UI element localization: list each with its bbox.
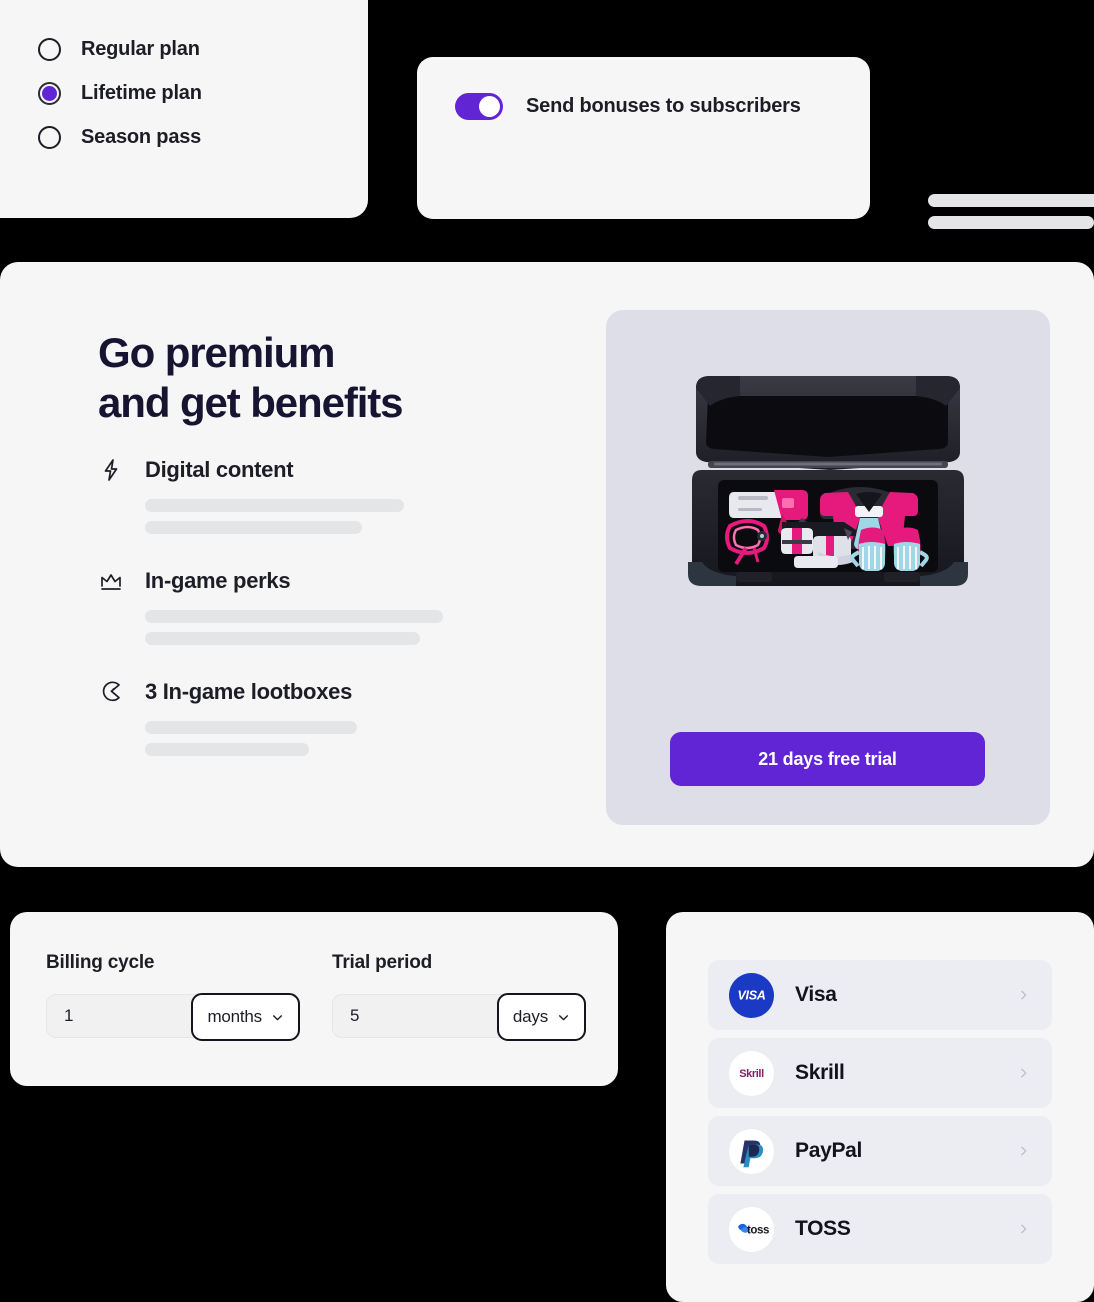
title-line-1: Go premium <box>98 329 335 376</box>
lightning-bolt-icon <box>98 457 124 483</box>
skeleton-line <box>928 194 1094 207</box>
trial-period-field: Trial period days <box>332 952 586 1041</box>
crown-icon <box>98 568 124 594</box>
skeleton-line <box>145 721 357 734</box>
toggle-knob <box>479 96 500 117</box>
benefit-item-digital-content: Digital content <box>98 457 518 534</box>
benefit-item-in-game-perks: In-game perks <box>98 568 518 645</box>
send-bonuses-toggle[interactable] <box>455 93 503 120</box>
send-bonuses-row: Send bonuses to subscribers <box>455 93 801 120</box>
plan-option-label: Regular plan <box>81 38 200 60</box>
radio-icon-selected[interactable] <box>38 82 61 105</box>
payment-method-paypal[interactable]: PayPal <box>708 1116 1052 1186</box>
payment-method-name: Visa <box>795 983 837 1006</box>
paypal-logo-icon <box>729 1128 774 1174</box>
payment-methods-list: VISA Visa Skrill Skrill PayPal toss TOSS <box>708 960 1052 1264</box>
benefit-title: In-game perks <box>145 568 291 593</box>
payment-methods-card: VISA Visa Skrill Skrill PayPal toss TOSS <box>666 912 1094 1302</box>
trial-period-input-shell: days <box>332 993 586 1041</box>
send-bonuses-label: Send bonuses to subscribers <box>526 95 801 117</box>
svg-text:toss: toss <box>747 1224 769 1236</box>
svg-text:VISA: VISA <box>738 988 766 1002</box>
billing-settings-card: Billing cycle months Trial period days <box>10 912 618 1086</box>
radio-icon-unselected[interactable] <box>38 38 61 61</box>
chevron-down-icon <box>559 1014 568 1020</box>
benefit-title: 3 In-game lootboxes <box>145 679 353 704</box>
payment-method-toss[interactable]: toss TOSS <box>708 1194 1052 1264</box>
plan-selection-card: Regular plan Lifetime plan Season pass <box>0 0 368 218</box>
billing-cycle-label: Billing cycle <box>46 952 155 973</box>
radio-icon-unselected[interactable] <box>38 126 61 149</box>
page-title: Go premium and get benefits <box>98 328 404 429</box>
skeleton-line <box>145 499 404 512</box>
plan-option-lifetime[interactable]: Lifetime plan <box>38 82 202 105</box>
toss-logo-icon: toss <box>729 1206 774 1252</box>
lootbox-icon <box>98 679 124 705</box>
benefit-description-placeholder <box>145 610 518 645</box>
billing-cycle-unit-select[interactable]: months <box>191 993 300 1041</box>
payment-method-name: Skrill <box>795 1061 845 1084</box>
skeleton-line <box>145 610 443 623</box>
payment-method-name: PayPal <box>795 1139 863 1162</box>
billing-cycle-input[interactable] <box>64 1006 154 1026</box>
title-line-2: and get benefits <box>98 379 404 427</box>
plan-option-label: Lifetime plan <box>81 82 202 104</box>
chevron-right-icon <box>1021 1146 1027 1156</box>
product-image-equipment-case <box>688 376 968 586</box>
toggle-description-placeholder <box>928 194 1094 229</box>
chevron-right-icon <box>1021 1224 1027 1234</box>
benefit-description-placeholder <box>145 499 518 534</box>
chevron-right-icon <box>1021 1068 1027 1078</box>
trial-period-unit-select[interactable]: days <box>496 993 586 1041</box>
go-premium-panel: Go premium and get benefits Digital cont… <box>0 262 1094 867</box>
svg-text:Skrill: Skrill <box>739 1068 764 1080</box>
chevron-down-icon <box>273 1014 282 1020</box>
billing-cycle-field: Billing cycle months <box>46 952 300 1041</box>
trial-offer-card: 21 days free trial <box>606 310 1050 825</box>
skeleton-line <box>928 216 1094 229</box>
benefits-list: Digital content In-game perks 3 In-game … <box>98 457 518 790</box>
trial-period-unit-value: days <box>512 1007 548 1026</box>
plan-option-label: Season pass <box>81 126 202 148</box>
trial-period-input[interactable] <box>350 1006 440 1026</box>
visa-logo-icon: VISA <box>729 972 774 1018</box>
plan-radio-group: Regular plan Lifetime plan Season pass <box>38 38 202 149</box>
plan-option-regular[interactable]: Regular plan <box>38 38 202 61</box>
chevron-right-icon <box>1021 990 1027 1000</box>
screenshot-root: Regular plan Lifetime plan Season pass S… <box>0 0 1094 1302</box>
benefit-title: Digital content <box>145 457 294 482</box>
benefit-item-lootboxes: 3 In-game lootboxes <box>98 679 518 756</box>
billing-cycle-input-shell: months <box>46 993 300 1041</box>
send-bonuses-card: Send bonuses to subscribers <box>417 57 1094 229</box>
billing-cycle-unit-value: months <box>207 1007 262 1026</box>
skeleton-line <box>145 632 420 645</box>
skeleton-line <box>145 521 362 534</box>
payment-method-visa[interactable]: VISA Visa <box>708 960 1052 1030</box>
payment-method-name: TOSS <box>795 1217 851 1240</box>
trial-period-label: Trial period <box>332 952 433 973</box>
payment-method-skrill[interactable]: Skrill Skrill <box>708 1038 1052 1108</box>
skrill-logo-icon: Skrill <box>729 1050 774 1096</box>
plan-option-season[interactable]: Season pass <box>38 126 202 149</box>
benefit-description-placeholder <box>145 721 518 756</box>
skeleton-line <box>145 743 309 756</box>
free-trial-button[interactable]: 21 days free trial <box>670 732 985 786</box>
